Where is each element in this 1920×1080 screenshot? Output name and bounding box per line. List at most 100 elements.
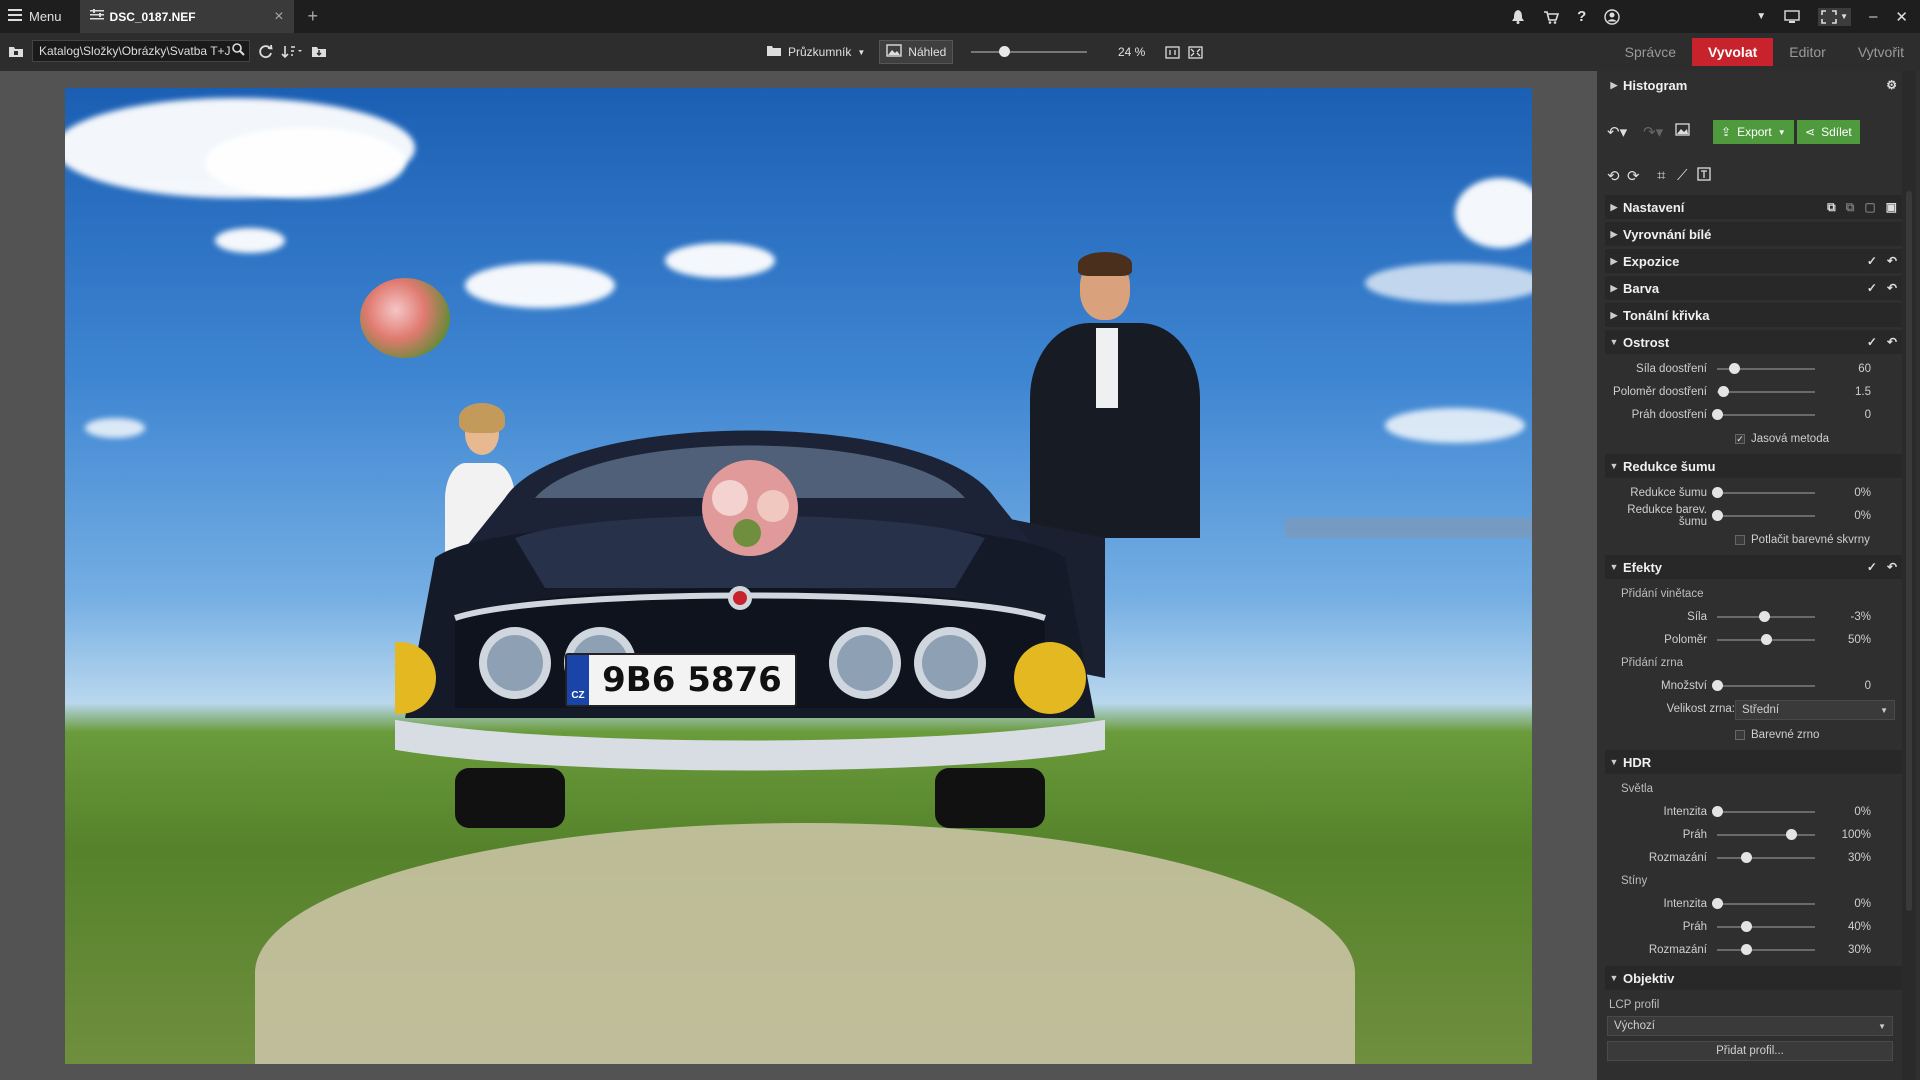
grain-size-select[interactable]: Střední ▼	[1735, 700, 1895, 720]
minimize-icon[interactable]: –	[1869, 8, 1877, 25]
compare-image-icon[interactable]	[1675, 123, 1690, 136]
section-tone-curve[interactable]: ▶ Tonální křivka	[1605, 303, 1905, 327]
slider-row[interactable]: Rozmazání 30%	[1605, 848, 1905, 868]
slider-row[interactable]: Práh doostření 0	[1605, 405, 1905, 425]
histogram-section[interactable]: ▶ Histogram ⚙	[1605, 73, 1905, 97]
monitor-icon[interactable]	[1784, 9, 1800, 24]
lcp-profile-select[interactable]: Výchozí ▼	[1607, 1016, 1893, 1036]
panel-scrollbar[interactable]	[1902, 71, 1916, 1080]
cart-icon[interactable]	[1543, 10, 1560, 24]
close-window-icon[interactable]: ✕	[1895, 8, 1908, 26]
slider-track[interactable]	[1712, 680, 1815, 691]
checkbox-box[interactable]: ✓	[1735, 434, 1745, 444]
slider-track[interactable]	[1717, 634, 1815, 645]
slider-row[interactable]: Intenzita 0%	[1605, 802, 1905, 822]
slider-knob[interactable]	[1741, 944, 1753, 955]
slider-track[interactable]	[1712, 806, 1815, 817]
enabled-check-icon[interactable]: ✓	[1867, 281, 1877, 295]
help-icon[interactable]: ?	[1577, 8, 1586, 25]
actual-size-icon[interactable]	[1165, 45, 1180, 59]
slider-knob[interactable]	[1728, 363, 1740, 374]
slider-track[interactable]	[1717, 611, 1815, 622]
slider-row[interactable]: Redukce šumu 0%	[1605, 483, 1905, 503]
checkbox-box[interactable]	[1735, 730, 1745, 740]
enabled-check-icon[interactable]: ✓	[1867, 560, 1877, 574]
sort-icon[interactable]	[281, 44, 303, 59]
reset-icon[interactable]: ↶	[1887, 281, 1897, 295]
enabled-check-icon[interactable]: ✓	[1867, 335, 1877, 349]
rotate-right-icon[interactable]: ⟳	[1627, 167, 1640, 185]
zoom-slider[interactable]	[971, 46, 1088, 57]
undo-icon[interactable]: ↶▾	[1607, 123, 1627, 141]
section-white-balance[interactable]: ▶ Vyrovnání bílé	[1605, 222, 1905, 246]
tab-develop[interactable]: Vyvolat	[1691, 38, 1774, 66]
share-button[interactable]: ⋖ Sdílet	[1797, 120, 1860, 144]
section-lens[interactable]: ▼ Objektiv	[1605, 966, 1905, 990]
new-tab-button[interactable]: +	[308, 6, 319, 27]
enabled-check-icon[interactable]: ✓	[1867, 254, 1877, 268]
color-grain-checkbox[interactable]: Barevné zrno	[1735, 729, 1819, 741]
import-folder-icon[interactable]	[311, 44, 327, 58]
reset-icon[interactable]: ↶	[1887, 335, 1897, 349]
slider-knob[interactable]	[1712, 487, 1723, 498]
save-preset-icon[interactable]: ▣	[1886, 200, 1897, 215]
menu-button[interactable]: Menu	[0, 0, 70, 33]
slider-row[interactable]: Poloměr 50%	[1605, 630, 1905, 650]
slider-row[interactable]: Poloměr doostření 1.5	[1605, 382, 1905, 402]
account-icon[interactable]	[1604, 8, 1620, 25]
slider-row[interactable]: Redukce barev. šumu 0%	[1605, 504, 1905, 528]
document-tab[interactable]: DSC_0187.NEF ×	[79, 0, 294, 33]
slider-knob[interactable]	[1712, 409, 1723, 420]
slider-knob[interactable]	[1761, 634, 1772, 645]
slider-track[interactable]	[1712, 898, 1815, 909]
section-sharpness[interactable]: ▼ Ostrost ✓ ↶	[1605, 330, 1905, 354]
export-button[interactable]: ⇪ Export ▼	[1713, 120, 1794, 144]
section-hdr[interactable]: ▼ HDR	[1605, 750, 1905, 774]
halo-checkbox[interactable]: ✓ Jasová metoda	[1735, 433, 1829, 445]
slider-track[interactable]	[1717, 944, 1815, 955]
slider-track[interactable]	[1717, 386, 1815, 397]
redo-icon[interactable]: ↷▾	[1643, 123, 1663, 141]
scrollbar-thumb[interactable]	[1906, 191, 1912, 911]
slider-knob[interactable]	[1741, 852, 1753, 863]
slider-knob[interactable]	[1717, 386, 1729, 397]
path-field[interactable]: Katalog\Složky\Obrázky\Svatba T+J	[32, 40, 250, 62]
slider-knob[interactable]	[1712, 510, 1723, 521]
section-settings[interactable]: ▶ Nastavení ⧉ ⧉ ▢ ▣	[1605, 195, 1905, 219]
reset-settings-icon[interactable]: ▢	[1864, 200, 1875, 215]
section-effects[interactable]: ▼ Efekty ✓ ↶	[1605, 555, 1905, 579]
slider-track[interactable]	[1717, 852, 1815, 863]
rotate-left-icon[interactable]: ⟲	[1607, 167, 1620, 185]
bell-icon[interactable]	[1511, 9, 1525, 24]
paste-settings-icon[interactable]: ⧉	[1846, 200, 1855, 215]
slider-track[interactable]	[1717, 921, 1815, 932]
text-overlay-icon[interactable]	[1697, 167, 1711, 181]
gear-icon[interactable]: ⚙	[1886, 78, 1897, 92]
suppress-spots-checkbox[interactable]: Potlačit barevné skvrny	[1735, 534, 1870, 546]
close-tab-icon[interactable]: ×	[274, 8, 283, 26]
search-icon[interactable]	[232, 43, 245, 59]
copy-settings-icon[interactable]: ⧉	[1827, 200, 1836, 215]
section-color[interactable]: ▶ Barva ✓ ↶	[1605, 276, 1905, 300]
slider-row[interactable]: Intenzita 0%	[1605, 894, 1905, 914]
preview-button[interactable]: Náhled	[879, 40, 954, 64]
slider-track[interactable]	[1712, 409, 1815, 420]
slider-knob[interactable]	[1712, 680, 1723, 691]
slider-track[interactable]	[1717, 829, 1815, 840]
slider-knob[interactable]	[1712, 806, 1723, 817]
zoom-slider-knob[interactable]	[999, 46, 1011, 57]
refresh-icon[interactable]	[258, 44, 273, 59]
dropdown-icon[interactable]: ▼	[1756, 11, 1766, 22]
crop-icon[interactable]: ⌗	[1657, 167, 1665, 184]
section-noise-reduction[interactable]: ▼ Redukce šumu	[1605, 454, 1905, 478]
slider-track[interactable]	[1712, 487, 1815, 498]
image-canvas[interactable]: 603 CZ 9B6 5876	[0, 71, 1597, 1080]
slider-row[interactable]: Síla doostření 60	[1605, 359, 1905, 379]
slider-row[interactable]: Práh 40%	[1605, 917, 1905, 937]
reset-icon[interactable]: ↶	[1887, 254, 1897, 268]
fit-screen-icon[interactable]	[1188, 45, 1203, 59]
reset-icon[interactable]: ↶	[1887, 560, 1897, 574]
checkbox-box[interactable]	[1735, 535, 1745, 545]
slider-row[interactable]: Práh 100%	[1605, 825, 1905, 845]
slider-track[interactable]	[1712, 510, 1815, 521]
